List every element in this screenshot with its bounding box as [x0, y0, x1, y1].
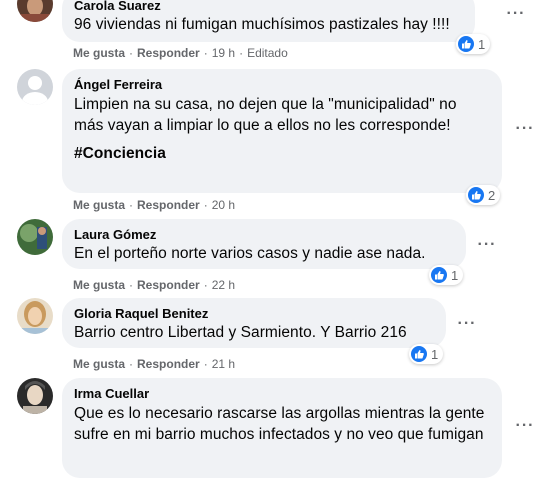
avatar[interactable]	[17, 219, 53, 255]
avatar[interactable]	[17, 69, 53, 105]
comment-author[interactable]: Carola Suarez	[74, 0, 463, 14]
comment-actions: Me gusta · Responder · 21 h	[73, 357, 236, 371]
comment-text: Que es lo necesario rascarse las argolla…	[74, 405, 485, 443]
reply-link[interactable]: Responder	[137, 357, 200, 371]
comment-time[interactable]: 21 h	[212, 357, 235, 371]
reply-link[interactable]: Responder	[137, 198, 200, 212]
more-options-icon[interactable]: ···	[513, 120, 537, 137]
avatar[interactable]	[17, 0, 53, 22]
reply-link[interactable]: Responder	[137, 46, 200, 60]
comment-actions: Me gusta · Responder · 19 h · Editado	[73, 46, 288, 60]
more-options-icon[interactable]: ···	[513, 417, 537, 434]
comment-time[interactable]: 19 h	[212, 46, 235, 60]
comment-author[interactable]: Ángel Ferreira	[74, 77, 490, 93]
reaction-number: 1	[478, 36, 486, 52]
reaction-number: 1	[431, 346, 439, 362]
like-link[interactable]: Me gusta	[73, 278, 125, 292]
reaction-count[interactable]: 1	[409, 344, 444, 364]
avatar-photo	[17, 378, 53, 414]
comment-time[interactable]: 22 h	[212, 278, 235, 292]
avatar-photo	[17, 219, 53, 255]
edited-label: Editado	[247, 46, 288, 60]
comment-bubble: Laura Gómez En el porteño norte varios c…	[62, 219, 466, 269]
comment-text: 96 viviendas ni fumigan muchísimos pasti…	[74, 16, 450, 33]
comment-bubble: Gloria Raquel Benitez Barrio centro Libe…	[62, 298, 446, 348]
more-options-icon[interactable]: ···	[475, 236, 499, 253]
comment-time[interactable]: 20 h	[212, 198, 235, 212]
like-link[interactable]: Me gusta	[73, 357, 125, 371]
comment-actions: Me gusta · Responder · 20 h	[73, 198, 236, 212]
like-link[interactable]: Me gusta	[73, 46, 125, 60]
reaction-count[interactable]: 1	[456, 34, 491, 54]
avatar[interactable]	[17, 298, 53, 334]
reaction-number: 2	[488, 187, 496, 203]
avatar-photo	[17, 298, 53, 334]
reaction-count[interactable]: 2	[466, 185, 501, 205]
comment-actions: Me gusta · Responder · 22 h	[73, 278, 236, 292]
comment-text: Limpien na su casa, no dejen que la "mun…	[74, 96, 457, 134]
reaction-count[interactable]: 1	[429, 265, 464, 285]
comment-author[interactable]: Irma Cuellar	[74, 386, 490, 402]
comment-author[interactable]: Gloria Raquel Benitez	[74, 306, 434, 322]
like-thumb-icon	[458, 36, 474, 52]
comment-author[interactable]: Laura Gómez	[74, 227, 454, 243]
comment-bubble: Irma Cuellar Que es lo necesario rascars…	[62, 378, 502, 478]
more-options-icon[interactable]: ···	[455, 315, 479, 332]
like-thumb-icon	[431, 267, 447, 283]
comment-bubble: Carola Suarez 96 viviendas ni fumigan mu…	[62, 0, 475, 42]
comment-text: Barrio centro Libertad y Sarmiento. Y Ba…	[74, 324, 407, 341]
like-link[interactable]: Me gusta	[73, 198, 125, 212]
like-thumb-icon	[468, 187, 484, 203]
avatar[interactable]	[17, 378, 53, 414]
default-avatar-icon	[17, 69, 53, 105]
comment-bubble: Ángel Ferreira Limpien na su casa, no de…	[62, 69, 502, 193]
more-options-icon[interactable]: ···	[504, 5, 528, 22]
avatar-photo	[17, 0, 53, 22]
reaction-number: 1	[451, 267, 459, 283]
reply-link[interactable]: Responder	[137, 278, 200, 292]
comment-hashtag[interactable]: #Conciencia	[74, 143, 490, 164]
like-thumb-icon	[411, 346, 427, 362]
comment-text: En el porteño norte varios casos y nadie…	[74, 245, 426, 262]
